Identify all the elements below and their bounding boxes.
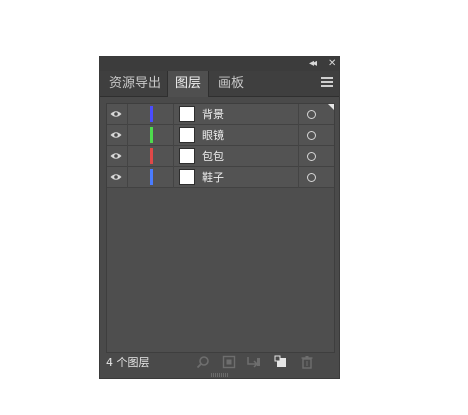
layer-list: 背景 眼镜 包包 鞋子 (106, 103, 335, 353)
collapse-icon[interactable]: ◂◂ (309, 58, 317, 70)
target-circle-icon[interactable] (307, 131, 316, 140)
eye-icon[interactable] (110, 130, 122, 140)
hamburger-menu-icon[interactable] (321, 77, 333, 89)
layer-thumbnail (179, 169, 195, 185)
layer-row[interactable]: 背景 (107, 104, 334, 125)
eye-icon[interactable] (110, 172, 122, 182)
layer-name[interactable]: 包包 (202, 146, 224, 167)
panel-footer: 4 个图层 (100, 353, 339, 373)
layer-color-bar (150, 106, 153, 122)
panel-tabbar: 资源导出 图层 画板 (100, 71, 339, 97)
target-circle-icon[interactable] (307, 110, 316, 119)
eye-icon[interactable] (110, 151, 122, 161)
layer-row[interactable]: 鞋子 (107, 167, 334, 188)
panel-titlebar[interactable]: ◂◂ ✕ (100, 57, 339, 71)
layer-count: 4 个图层 (106, 356, 150, 369)
new-layer-icon[interactable] (274, 355, 288, 369)
target-circle-icon[interactable] (307, 152, 316, 161)
layer-row[interactable]: 包包 (107, 146, 334, 167)
layer-name[interactable]: 背景 (202, 104, 224, 125)
delete-icon[interactable] (300, 355, 314, 369)
tab-asset-export[interactable]: 资源导出 (106, 71, 164, 97)
layer-row[interactable]: 眼镜 (107, 125, 334, 146)
layer-name[interactable]: 眼镜 (202, 125, 224, 146)
layer-color-bar (150, 169, 153, 185)
tab-layers[interactable]: 图层 (167, 71, 209, 97)
layers-panel: ◂◂ ✕ 资源导出 图层 画板 背景 眼镜 包包 鞋子 4 个图层 (99, 56, 340, 379)
layer-thumbnail (179, 106, 195, 122)
resize-grip-icon[interactable] (211, 373, 229, 377)
tab-artboards[interactable]: 画板 (210, 71, 252, 97)
search-icon[interactable] (196, 355, 210, 369)
eye-icon[interactable] (110, 109, 122, 119)
layer-thumbnail (179, 148, 195, 164)
layer-color-bar (150, 127, 153, 143)
layer-name[interactable]: 鞋子 (202, 167, 224, 188)
make-clipping-mask-icon[interactable] (222, 355, 236, 369)
create-sublayer-icon[interactable] (246, 355, 260, 369)
layer-color-bar (150, 148, 153, 164)
selection-corner-icon (328, 104, 334, 110)
layer-thumbnail (179, 127, 195, 143)
target-circle-icon[interactable] (307, 173, 316, 182)
close-icon[interactable]: ✕ (328, 58, 336, 70)
